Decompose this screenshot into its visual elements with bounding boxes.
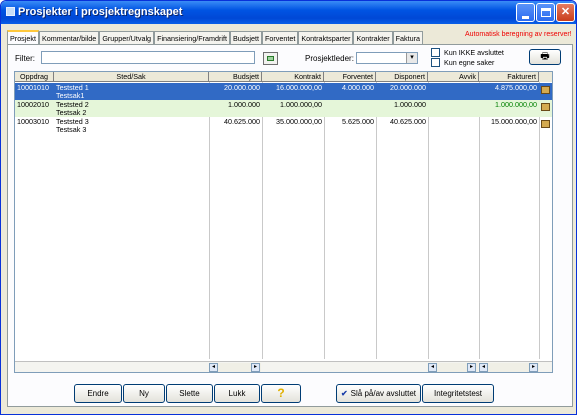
- cell-oppdrag: 10001010: [17, 83, 49, 92]
- filter-label: Filter:: [15, 54, 35, 63]
- scroll-right-icon[interactable]: ▸: [529, 363, 538, 372]
- col-oppdrag[interactable]: Oppdrag: [15, 72, 54, 82]
- auto-calc-message: Automatisk beregning av reserver!: [465, 31, 572, 38]
- scroll-left-icon[interactable]: ◂: [428, 363, 437, 372]
- endre-button[interactable]: Endre: [74, 384, 122, 403]
- horizontal-scrollbars: ◂ ▸ ◂ ▸ ◂ ▸: [15, 361, 552, 372]
- table-row[interactable]: 10002010 Teststed 2 Testsak 2 1.000.000 …: [15, 100, 552, 117]
- cell-disponert: 1.000.000: [394, 100, 426, 109]
- main-window: Prosjekter i prosjektregnskapet ✕ Prosje…: [0, 0, 577, 415]
- tab-budsjett[interactable]: Budsjett: [229, 31, 262, 45]
- tab-kommentar[interactable]: Kommentar/bilde: [38, 31, 100, 45]
- ny-button[interactable]: Ny: [123, 384, 165, 403]
- cell-sak: Testsak 2: [56, 108, 87, 117]
- window-title: Prosjekter i prosjektregnskapet: [18, 6, 183, 18]
- cell-budsjett: 1.000.000: [228, 100, 260, 109]
- table-row[interactable]: 10003010 Teststed 3 Testsak 3 40.625.000…: [15, 117, 552, 134]
- book-icon[interactable]: [541, 103, 550, 111]
- col-budsjett[interactable]: Budsjett: [209, 72, 262, 82]
- cell-disponert: 40.625.000: [390, 117, 426, 126]
- cell-forventet: 4.000.000: [342, 83, 374, 92]
- scroll-right-icon[interactable]: ▸: [467, 363, 476, 372]
- cell-fakturert: 15.000.000,00: [491, 117, 537, 126]
- tab-forventet[interactable]: Forventet: [261, 31, 299, 45]
- col-forventet[interactable]: Forventet: [324, 72, 376, 82]
- cell-fakturert: 1.000.000,00: [495, 100, 537, 109]
- col-disponert[interactable]: Disponert: [376, 72, 428, 82]
- minimize-button[interactable]: [516, 3, 535, 22]
- prosjektleder-label: Prosjektleder:: [305, 54, 354, 63]
- cell-kontrakt: 35.000.000,00: [276, 117, 322, 126]
- prosjektleder-select[interactable]: ▾: [356, 52, 418, 64]
- cell-kontrakt: 16.000.000,00: [276, 83, 322, 92]
- filter-input[interactable]: [41, 51, 255, 64]
- kun-egne-saker-checkbox[interactable]: [431, 58, 440, 67]
- scroll-left-icon[interactable]: ◂: [209, 363, 218, 372]
- project-table: Oppdrag Sted/Sak Budsjett Kontrakt Forve…: [14, 71, 553, 373]
- help-icon: ?: [277, 386, 285, 400]
- tab-prosjekt[interactable]: Prosjekt: [7, 30, 39, 45]
- cell-sak: Testsak1: [56, 91, 85, 100]
- slette-button[interactable]: Slette: [166, 384, 213, 403]
- filter-apply-button[interactable]: [263, 52, 278, 65]
- sla-av-avsluttet-button[interactable]: ✔ Slå på/av avsluttet: [336, 384, 421, 403]
- cell-budsjett: 20.000.000: [224, 83, 260, 92]
- table-row[interactable]: 10001010 Teststed 1 Testsak1 20.000.000 …: [15, 83, 552, 100]
- tab-kontraktsparter[interactable]: Kontraktsparter: [298, 31, 354, 45]
- maximize-button[interactable]: [536, 3, 555, 22]
- dropdown-arrow-icon[interactable]: ▾: [406, 53, 417, 63]
- tab-strip: Prosjekt Kommentar/bilde Grupper/Utvalg Fin…: [7, 30, 424, 45]
- minimize-icon: [522, 16, 529, 19]
- sla-av-label: Slå på/av avsluttet: [350, 389, 417, 398]
- cell-sak: Testsak 3: [56, 125, 87, 134]
- help-button[interactable]: ?: [261, 384, 301, 403]
- cell-disponert: 20.000.000: [390, 83, 426, 92]
- cell-oppdrag: 10002010: [17, 100, 49, 109]
- col-fakturert[interactable]: Fakturert: [479, 72, 539, 82]
- col-sted-sak[interactable]: Sted/Sak: [54, 72, 209, 82]
- filter-icon: [267, 56, 274, 61]
- printer-icon: 🖶: [540, 51, 550, 62]
- tab-grupper[interactable]: Grupper/Utvalg: [99, 31, 155, 45]
- kun-ikke-avsluttet-label: Kun IKKE avsluttet: [444, 48, 504, 57]
- tab-kontrakter[interactable]: Kontrakter: [353, 31, 393, 45]
- cell-fakturert: 4.875.000,00: [495, 83, 537, 92]
- cell-oppdrag: 10003010: [17, 117, 49, 126]
- kun-egne-saker-label: Kun egne saker: [444, 58, 495, 67]
- app-icon: [6, 7, 15, 16]
- close-icon: ✕: [560, 6, 571, 18]
- scroll-left-icon[interactable]: ◂: [479, 363, 488, 372]
- cell-forventet: 5.625.000: [342, 117, 374, 126]
- table-header: Oppdrag Sted/Sak Budsjett Kontrakt Forve…: [15, 72, 552, 82]
- book-icon[interactable]: [541, 120, 550, 128]
- cell-budsjett: 40.625.000: [224, 117, 260, 126]
- col-avvik[interactable]: Avvik: [428, 72, 479, 82]
- checkmark-icon: ✔: [340, 389, 348, 398]
- scroll-right-icon[interactable]: ▸: [251, 363, 260, 372]
- close-button[interactable]: ✕: [556, 3, 575, 22]
- title-bar[interactable]: Prosjekter i prosjektregnskapet ✕: [1, 1, 576, 24]
- kun-ikke-avsluttet-checkbox[interactable]: [431, 48, 440, 57]
- maximize-icon: [541, 8, 551, 17]
- lukk-button[interactable]: Lukk: [214, 384, 260, 403]
- integritetstest-button[interactable]: Integritetstest: [422, 384, 494, 403]
- cell-kontrakt: 1.000.000,00: [280, 100, 322, 109]
- print-button[interactable]: 🖶: [529, 49, 561, 65]
- tab-finansiering[interactable]: Finansiering/Framdrift: [154, 31, 230, 45]
- tab-faktura[interactable]: Faktura: [392, 31, 424, 45]
- col-kontrakt[interactable]: Kontrakt: [262, 72, 324, 82]
- book-icon[interactable]: [541, 86, 550, 94]
